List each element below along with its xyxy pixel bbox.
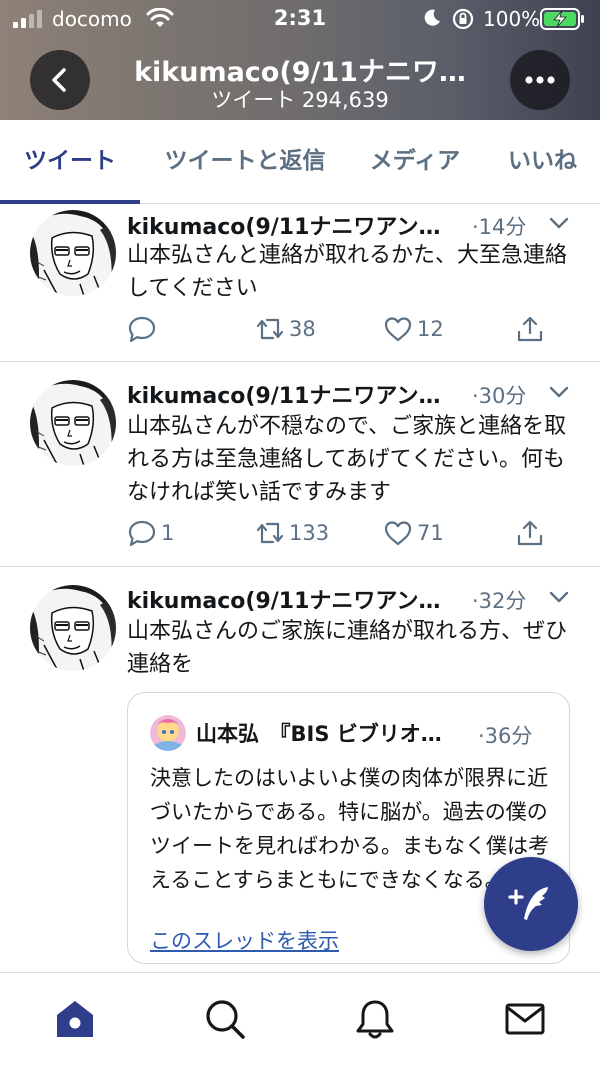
rotation-lock-icon xyxy=(452,8,474,30)
reply-icon xyxy=(128,520,156,547)
back-button[interactable] xyxy=(30,50,90,110)
quote-avatar[interactable] xyxy=(150,715,186,751)
tweet-header: kikumaco(9/11ナニワアンビ… ·30分 xyxy=(127,378,570,412)
reply-button[interactable]: 1 xyxy=(127,515,174,551)
reply-button[interactable] xyxy=(127,311,161,347)
more-horizontal-icon xyxy=(525,76,555,84)
tweet-actions: 38 12 xyxy=(127,311,567,347)
tweet-time: ·30分 xyxy=(472,384,527,408)
battery-percent: 100% xyxy=(483,7,541,31)
tweet-card[interactable]: kikumaco(9/11ナニワアンビ… ·30分 山本弘さんが不穏なので、ご家… xyxy=(0,362,600,567)
author-name[interactable]: kikumaco(9/11ナニワアンビ… xyxy=(127,583,462,615)
retweet-count: 38 xyxy=(289,317,316,341)
tweet-time: ·14分 xyxy=(472,215,527,239)
tweet-time: ·32分 xyxy=(472,589,527,613)
bottom-navigation xyxy=(0,972,600,1065)
tab-likes[interactable]: いいね xyxy=(495,120,590,204)
feather-plus-icon xyxy=(508,887,548,920)
tab-media[interactable]: メディア xyxy=(355,120,475,204)
like-count: 71 xyxy=(417,521,444,545)
tweet-header: kikumaco(9/11ナニワアンビ… ·32分 xyxy=(127,583,570,617)
more-button[interactable] xyxy=(510,50,570,110)
tweet-card[interactable]: kikumaco(9/11ナニワアンビ… ·14分 山本弘さんと連絡が取れるかた… xyxy=(0,205,600,362)
chevron-down-icon[interactable] xyxy=(548,589,570,605)
chevron-down-icon[interactable] xyxy=(548,384,570,400)
tweet-header: kikumaco(9/11ナニワアンビ… ·14分 xyxy=(127,209,570,243)
like-button[interactable]: 12 xyxy=(383,311,444,347)
share-button[interactable] xyxy=(515,515,545,551)
heart-icon xyxy=(384,521,412,546)
tweet-text: 山本弘さんのご家族に連絡が取れる方、ぜひ連絡を xyxy=(127,619,568,677)
nav-notifications[interactable] xyxy=(353,997,397,1041)
retweet-icon xyxy=(256,522,284,544)
profile-tabs: ツイート ツイートと返信 メディア いいね xyxy=(0,120,600,204)
quote-time: ·36分 xyxy=(478,724,533,748)
retweet-icon xyxy=(256,318,284,340)
nav-home[interactable] xyxy=(53,997,97,1041)
profile-header: docomo 2:31 100% kikumaco(9/11ナニワ… ツイート … xyxy=(0,0,600,120)
share-icon xyxy=(517,520,543,546)
reply-count: 1 xyxy=(161,521,175,545)
tweet-actions: 1 133 71 xyxy=(127,515,567,551)
home-icon xyxy=(57,1001,93,1037)
avatar[interactable] xyxy=(30,210,116,296)
show-thread-link[interactable]: このスレッドを表示 xyxy=(150,925,339,955)
search-icon xyxy=(206,1000,245,1039)
nav-search[interactable] xyxy=(203,997,247,1041)
active-tab-indicator xyxy=(0,200,140,204)
tweet-count: ツイート 294,639 xyxy=(211,88,389,112)
tab-tweets-and-replies[interactable]: ツイートと返信 xyxy=(155,120,335,204)
chevron-left-icon xyxy=(52,68,66,92)
nav-messages[interactable] xyxy=(503,997,547,1041)
battery-charging-icon xyxy=(540,8,584,30)
author-name[interactable]: kikumaco(9/11ナニワアンビ… xyxy=(127,378,462,410)
avatar[interactable] xyxy=(30,585,116,671)
share-button[interactable] xyxy=(515,311,545,347)
avatar[interactable] xyxy=(30,380,116,466)
retweet-button[interactable]: 133 xyxy=(255,515,329,551)
reply-icon xyxy=(128,316,156,343)
chevron-down-icon[interactable] xyxy=(548,215,570,231)
mail-icon xyxy=(505,1003,545,1035)
tweet-text: 山本弘さんが不穏なので、ご家族と連絡を取れる方は至急連絡してあげてください。何も… xyxy=(127,414,567,505)
moon-icon xyxy=(424,9,440,26)
quote-author-name: 山本弘 『BIS ビブリオ… xyxy=(196,722,442,746)
quote-text: 決意したのはいよいよ僕の肉体が限界に近づいたからである。特に脳が。過去の僕のツイ… xyxy=(150,766,549,892)
retweet-count: 133 xyxy=(289,521,330,545)
compose-tweet-button[interactable] xyxy=(484,857,578,951)
like-count: 12 xyxy=(417,317,444,341)
share-icon xyxy=(517,316,543,342)
tweet-text: 山本弘さんと連絡が取れるかた、大至急連絡してください xyxy=(127,243,568,301)
heart-icon xyxy=(384,317,412,342)
bell-icon xyxy=(356,1000,394,1039)
author-name[interactable]: kikumaco(9/11ナニワアンビ… xyxy=(127,209,462,241)
status-bar: docomo 2:31 100% xyxy=(0,0,600,38)
retweet-button[interactable]: 38 xyxy=(255,311,316,347)
like-button[interactable]: 71 xyxy=(383,515,444,551)
tab-tweets[interactable]: ツイート xyxy=(0,120,140,204)
